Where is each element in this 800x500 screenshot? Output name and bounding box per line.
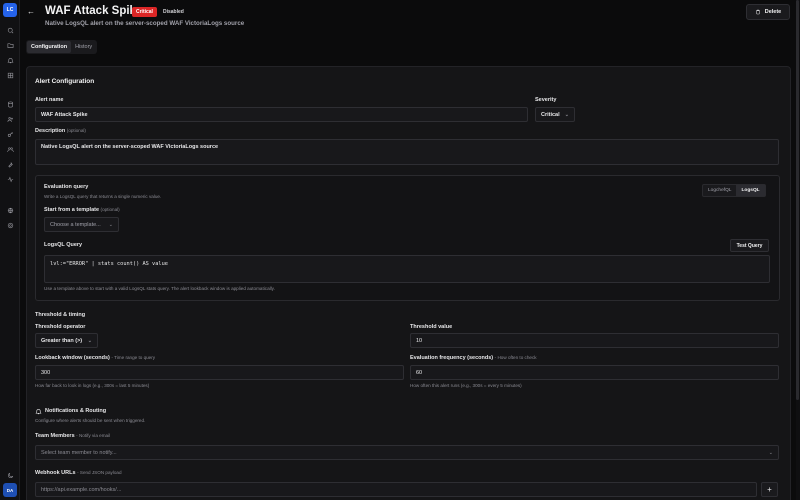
alert-name-input[interactable]: WAF Attack Spike	[35, 107, 528, 122]
threshold-section-title: Threshold & timing	[35, 312, 86, 318]
template-placeholder: Choose a template...	[50, 221, 101, 228]
frequency-hint: - How often to check	[494, 355, 537, 360]
webhook-label: Webhook URLs - Send JSON payload	[35, 470, 122, 476]
severity-value: Critical	[541, 111, 560, 118]
tab-history[interactable]: History	[71, 41, 96, 53]
scrollbar-thumb[interactable]	[796, 0, 799, 400]
notifications-subtitle: Configure where alerts should be sent wh…	[35, 418, 146, 423]
grid-icon[interactable]	[5, 70, 15, 80]
folder-icon[interactable]	[5, 40, 15, 50]
delete-label: Delete	[764, 9, 782, 15]
operator-value: Greater than (>)	[41, 337, 83, 344]
severity-badge: Critical	[132, 7, 157, 17]
wrench-icon[interactable]	[5, 159, 15, 169]
chevron-down-icon: ⌄	[108, 221, 113, 228]
chevron-down-icon: ⌄	[87, 337, 92, 344]
settings-icon[interactable]	[5, 220, 15, 230]
team-label-text: Team Members	[35, 433, 75, 439]
user-avatar[interactable]: DA	[3, 483, 17, 497]
team-members-label: Team Members - Notify via email	[35, 433, 110, 439]
team-icon[interactable]	[5, 144, 15, 154]
severity-select[interactable]: Critical ⌄	[535, 107, 575, 122]
toggle-logsql[interactable]: LogsQL	[736, 185, 765, 196]
lookback-hint: - Time range to query	[111, 355, 156, 360]
evaluation-subtitle: Write a LogsQL query that returns a sing…	[44, 194, 162, 199]
query-help-text: Use a template above to start with a val…	[44, 286, 275, 291]
chevron-down-icon: ⌄	[768, 449, 773, 456]
search-icon[interactable]	[5, 25, 15, 35]
back-arrow-icon[interactable]: ←	[27, 7, 35, 16]
evaluation-title: Evaluation query	[44, 184, 89, 190]
toggle-logchefql[interactable]: LogchefQL	[703, 185, 736, 196]
frequency-label-text: Evaluation frequency (seconds)	[410, 355, 494, 361]
logsql-query-editor[interactable]: lvl:="ERROR" | stats count() AS value	[44, 255, 770, 283]
operator-select[interactable]: Greater than (>) ⌄	[35, 333, 98, 348]
bell-icon	[35, 408, 42, 415]
webhook-input[interactable]: https://api.example.com/hooks/...	[35, 482, 757, 497]
frequency-label: Evaluation frequency (seconds) - How oft…	[410, 355, 537, 361]
threshold-value-input[interactable]: 10	[410, 333, 779, 348]
description-textarea[interactable]: Native LogsQL alert on the server-scoped…	[35, 139, 779, 165]
chevron-down-icon: ⌄	[564, 111, 569, 118]
team-member-select[interactable]: Select team member to notify... ⌄	[35, 445, 779, 460]
users-icon[interactable]	[5, 114, 15, 124]
webhook-label-text: Webhook URLs	[35, 470, 76, 476]
lookback-label-text: Lookback window (seconds)	[35, 355, 110, 361]
template-label: Start from a template (optional)	[44, 207, 120, 213]
delete-button[interactable]: Delete	[746, 4, 790, 20]
frequency-help: How often this alert runs (e.g., 300s = …	[410, 383, 522, 388]
tab-bar: Configuration History	[26, 40, 98, 54]
team-placeholder: Select team member to notify...	[41, 449, 117, 456]
bell-icon[interactable]	[5, 55, 15, 65]
frequency-input[interactable]: 60	[410, 365, 779, 380]
threshold-value-label: Threshold value	[410, 324, 453, 330]
app-logo[interactable]: LC	[3, 3, 17, 17]
description-label: Description (optional)	[35, 128, 86, 134]
template-hint: (optional)	[100, 207, 120, 212]
operator-label: Threshold operator	[35, 324, 86, 330]
template-label-text: Start from a template	[44, 207, 100, 213]
moon-icon[interactable]	[5, 470, 15, 480]
section-title: Alert Configuration	[35, 78, 95, 85]
team-hint: - Notify via email	[76, 433, 111, 438]
lookback-input[interactable]: 300	[35, 365, 404, 380]
notifications-title: Notifications & Routing	[45, 408, 107, 414]
webhook-hint: - Send JSON payload	[77, 470, 122, 475]
tab-configuration[interactable]: Configuration	[27, 41, 72, 53]
page-subtitle: Native LogsQL alert on the server-scoped…	[45, 20, 245, 27]
database-icon[interactable]	[5, 99, 15, 109]
description-hint: (optional)	[66, 128, 86, 133]
add-webhook-button[interactable]: +	[761, 482, 778, 497]
test-query-button[interactable]: Test Query	[730, 239, 769, 252]
lookback-label: Lookback window (seconds) - Time range t…	[35, 355, 155, 361]
activity-icon[interactable]	[5, 174, 15, 184]
status-badge: Disabled	[163, 9, 184, 15]
page-title: WAF Attack Spike	[45, 5, 143, 17]
trash-icon	[755, 9, 760, 15]
query-label: LogsQL Query	[44, 242, 83, 248]
severity-label: Severity	[535, 97, 557, 103]
globe-icon[interactable]	[5, 205, 15, 215]
key-icon[interactable]	[5, 129, 15, 139]
template-select[interactable]: Choose a template... ⌄	[44, 217, 119, 232]
query-language-toggle: LogchefQL LogsQL	[702, 184, 766, 197]
description-label-text: Description	[35, 128, 66, 134]
lookback-help: How far back to look in logs (e.g., 300s…	[35, 383, 150, 388]
webhook-placeholder: https://api.example.com/hooks/...	[41, 486, 122, 493]
alert-name-label: Alert name	[35, 97, 64, 103]
